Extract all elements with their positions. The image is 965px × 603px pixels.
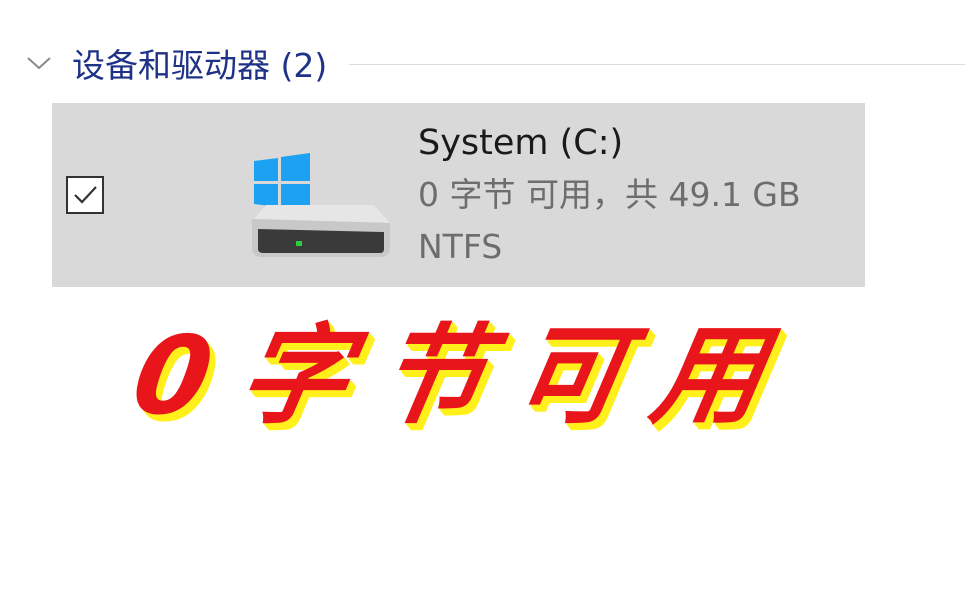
checkmark-icon <box>74 186 97 204</box>
caption-text: 0字节可用 <box>124 314 804 439</box>
drive-filesystem: NTFS <box>418 227 503 266</box>
windows-system-drive-icon <box>248 153 398 271</box>
drive-info: System (C:) 0 字节 可用，共 49.1 GB NTFS <box>418 117 801 273</box>
drive-name: System (C:) <box>418 123 624 163</box>
chevron-down-icon[interactable] <box>26 48 60 78</box>
group-header-devices-and-drives[interactable]: 设备和驱动器 (2) <box>26 40 965 86</box>
group-divider <box>349 63 965 65</box>
overlay-caption: 0字节可用 <box>124 312 835 452</box>
drive-free-space: 0 字节 可用，共 49.1 GB <box>418 175 801 214</box>
drive-checkbox[interactable] <box>66 176 104 214</box>
drive-tile-system-c[interactable]: System (C:) 0 字节 可用，共 49.1 GB NTFS <box>52 103 865 287</box>
explorer-window: 设备和驱动器 (2) System (C:) 0 字节 可用，共 49.1 GB… <box>0 0 965 603</box>
group-title: 设备和驱动器 (2) <box>72 46 328 85</box>
